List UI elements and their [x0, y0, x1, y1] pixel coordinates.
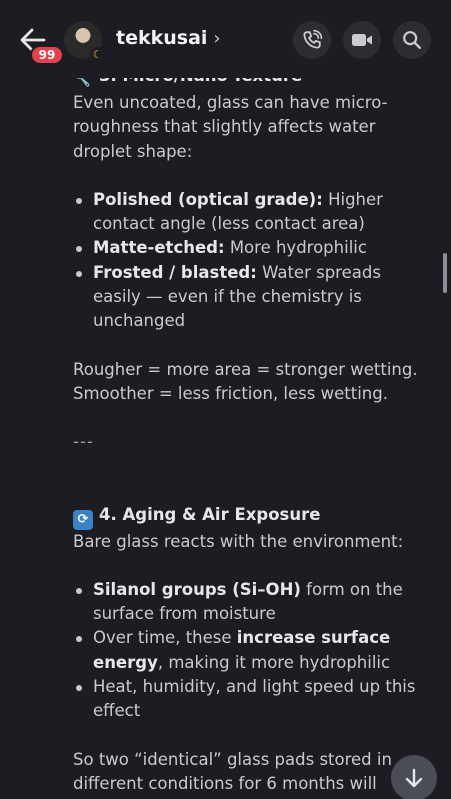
bullet-bold: Silanol groups (Si–OH) — [93, 579, 301, 599]
username: tekkusai — [116, 27, 208, 49]
summary-line-2: Smoother = less friction, less wetting. — [73, 383, 388, 403]
list-item: Silanol groups (Si–OH) form on the surfa… — [73, 578, 433, 627]
bullet-text: Heat, humidity, and light speed up this … — [93, 677, 416, 721]
avatar[interactable]: ☾ — [64, 21, 105, 62]
video-call-button[interactable] — [343, 21, 381, 59]
bullet-text: Over time, these — [93, 628, 237, 648]
bullet-text: , making it more hydrophilic — [157, 652, 391, 672]
message-content: 🔧3. Micro/Nano-Texture Even uncoated, gl… — [73, 64, 433, 799]
cycle-arrows-icon: ⟳ — [73, 509, 93, 530]
list-item: Frosted / blasted: Water spreads easily … — [73, 261, 433, 334]
chat-header: 99 ☾ tekkusai › — [0, 0, 451, 78]
chat-screen: 🔧3. Micro/Nano-Texture Even uncoated, gl… — [0, 0, 451, 799]
jump-to-bottom-button[interactable] — [391, 755, 437, 799]
call-button[interactable] — [293, 21, 331, 59]
bullet-bold: Polished (optical grade): — [93, 189, 323, 209]
section-4-intro: Bare glass reacts with the environment: — [73, 531, 404, 551]
list-item: Matte-etched: More hydrophilic — [73, 236, 433, 260]
divider: --- — [73, 432, 94, 452]
unread-badge: 99 — [30, 45, 64, 65]
bullet-text: More hydrophilic — [224, 238, 367, 258]
chevron-right-icon: › — [213, 27, 221, 49]
scrollbar[interactable] — [443, 253, 447, 293]
section-4-title: 4. Aging & Air Exposure — [99, 504, 321, 524]
arrow-down-icon — [405, 768, 423, 788]
section-4-list: Silanol groups (Si–OH) form on the surfa… — [73, 578, 433, 724]
summary-line-1: Rougher = more area = stronger wetting. — [73, 359, 418, 379]
section-4-closing: So two “identical” glass pads stored in … — [73, 749, 392, 799]
list-item: Over time, these increase surface energy… — [73, 626, 433, 675]
search-button[interactable] — [393, 21, 431, 59]
video-camera-icon — [352, 34, 372, 46]
channel-title[interactable]: tekkusai › — [116, 27, 221, 49]
section-4-heading: ⟳ 4. Aging & Air Exposure — [73, 503, 433, 530]
bullet-bold: Matte-etched: — [93, 238, 225, 258]
moon-status-icon: ☾ — [90, 47, 105, 62]
list-item: Heat, humidity, and light speed up this … — [73, 675, 433, 724]
bullet-bold: Frosted / blasted: — [93, 262, 257, 282]
search-icon — [403, 31, 421, 49]
section-3-list: Polished (optical grade): Higher contact… — [73, 188, 433, 334]
list-item: Polished (optical grade): Higher contact… — [73, 188, 433, 237]
phone-icon — [303, 29, 323, 49]
section-3-intro: Even uncoated, glass can have micro-roug… — [73, 93, 388, 161]
